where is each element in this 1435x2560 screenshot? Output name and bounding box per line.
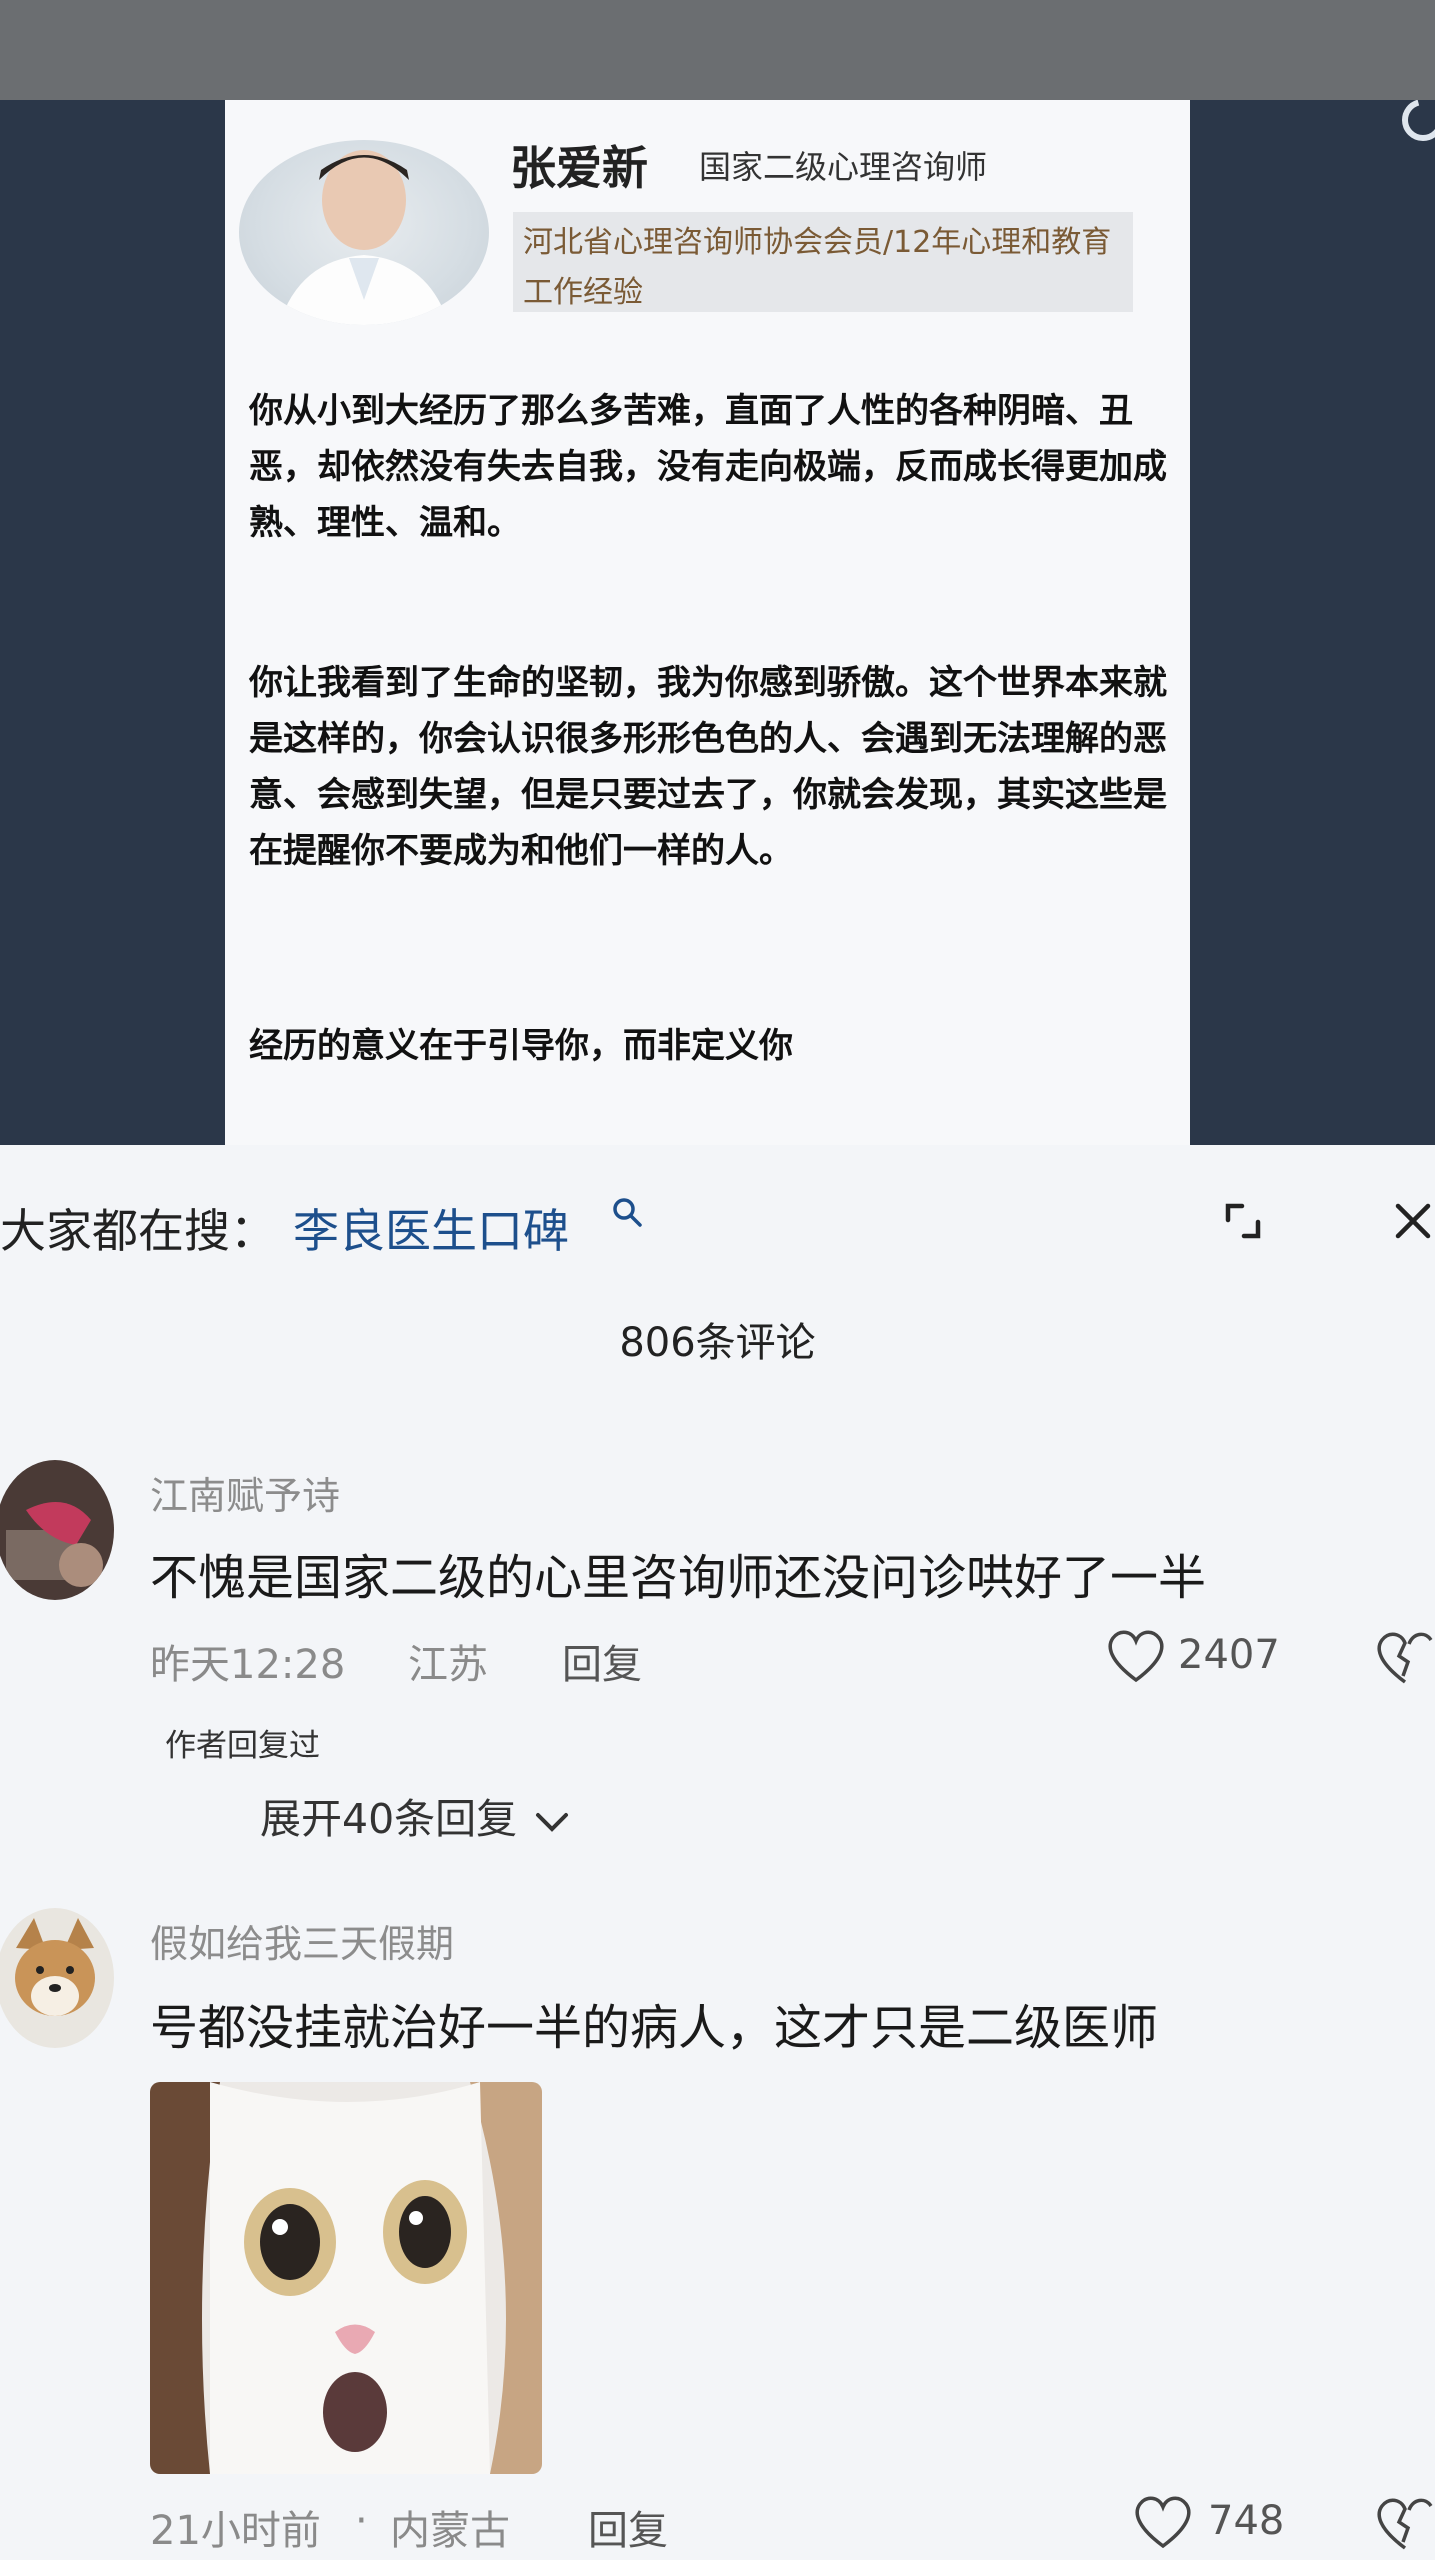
expand-replies-button[interactable]: 展开40条回复 <box>260 1785 574 1845</box>
like-count: 2407 <box>1178 1632 1280 1678</box>
like-count: 748 <box>1208 2498 1285 2544</box>
comment-time: 21小时前 <box>150 2508 321 2554</box>
doctor-name: 张爱新 <box>510 141 648 195</box>
video-frame[interactable]: 张爱新 国家二级心理咨询师 河北省心理咨询师协会会员/12年心理和教育工作经验 … <box>0 100 1435 1145</box>
letter-paragraph-2: 你让我看到了生命的坚韧，我为你感到骄傲。这个世界本来就是这样的，你会认识很多形形… <box>249 663 1167 871</box>
search-icon[interactable] <box>610 1195 646 1231</box>
consultation-card: 张爱新 国家二级心理咨询师 河北省心理咨询师协会会员/12年心理和教育工作经验 … <box>225 100 1190 1145</box>
doctor-membership: 河北省心理咨询师协会会员/12年心理和教育工作经验 <box>513 212 1133 312</box>
meta-separator: · <box>355 2498 368 2544</box>
doctor-avatar <box>239 140 489 325</box>
broken-heart-icon[interactable] <box>1375 1630 1435 1686</box>
comment-image[interactable] <box>150 2082 542 2474</box>
chevron-down-icon[interactable] <box>530 1807 574 1837</box>
expand-icon[interactable] <box>1220 1198 1266 1244</box>
reply-button[interactable]: 回复 <box>588 2498 668 2556</box>
doctor-title: 国家二级心理咨询师 <box>699 148 988 186</box>
search-suggestion-label: 大家都在搜： <box>0 1204 276 1258</box>
author-replied-badge: 作者回复过 <box>165 1728 320 1764</box>
reply-button[interactable]: 回复 <box>562 1632 642 1690</box>
avatar[interactable] <box>0 1908 114 2048</box>
heart-icon[interactable] <box>1105 1628 1167 1684</box>
top-status-bar <box>0 0 1435 100</box>
loading-ring-icon <box>1402 100 1435 141</box>
comment-location: 内蒙古 <box>390 2508 510 2554</box>
letter-paragraph-3: 经历的意义在于引导你，而非定义你 <box>249 1026 793 1066</box>
comment-count-title: 806条评论 <box>619 1320 816 1366</box>
comment-username[interactable]: 假如给我三天假期 <box>150 1913 454 1968</box>
comment-text: 号都没挂就治好一半的病人，这才只是二级医师 <box>150 2000 1159 2056</box>
comment-username[interactable]: 江南赋予诗 <box>150 1465 340 1520</box>
close-icon[interactable] <box>1390 1198 1435 1244</box>
comment-location: 江苏 <box>408 1642 488 1688</box>
avatar[interactable] <box>0 1460 114 1600</box>
comment-time: 昨天12:28 <box>150 1642 346 1688</box>
comment-text: 不愧是国家二级的心里咨询师还没问诊哄好了一半 <box>150 1550 1207 1606</box>
letter-paragraph-1: 你从小到大经历了那么多苦难，直面了人性的各种阴暗、丑恶，却依然没有失去自我，没有… <box>249 391 1167 543</box>
expand-replies-label[interactable]: 展开40条回复 <box>260 1795 517 1843</box>
search-suggestion-link[interactable]: 李良医生口碑 <box>293 1195 569 1261</box>
broken-heart-icon[interactable] <box>1375 2496 1435 2552</box>
heart-icon[interactable] <box>1132 2494 1194 2550</box>
